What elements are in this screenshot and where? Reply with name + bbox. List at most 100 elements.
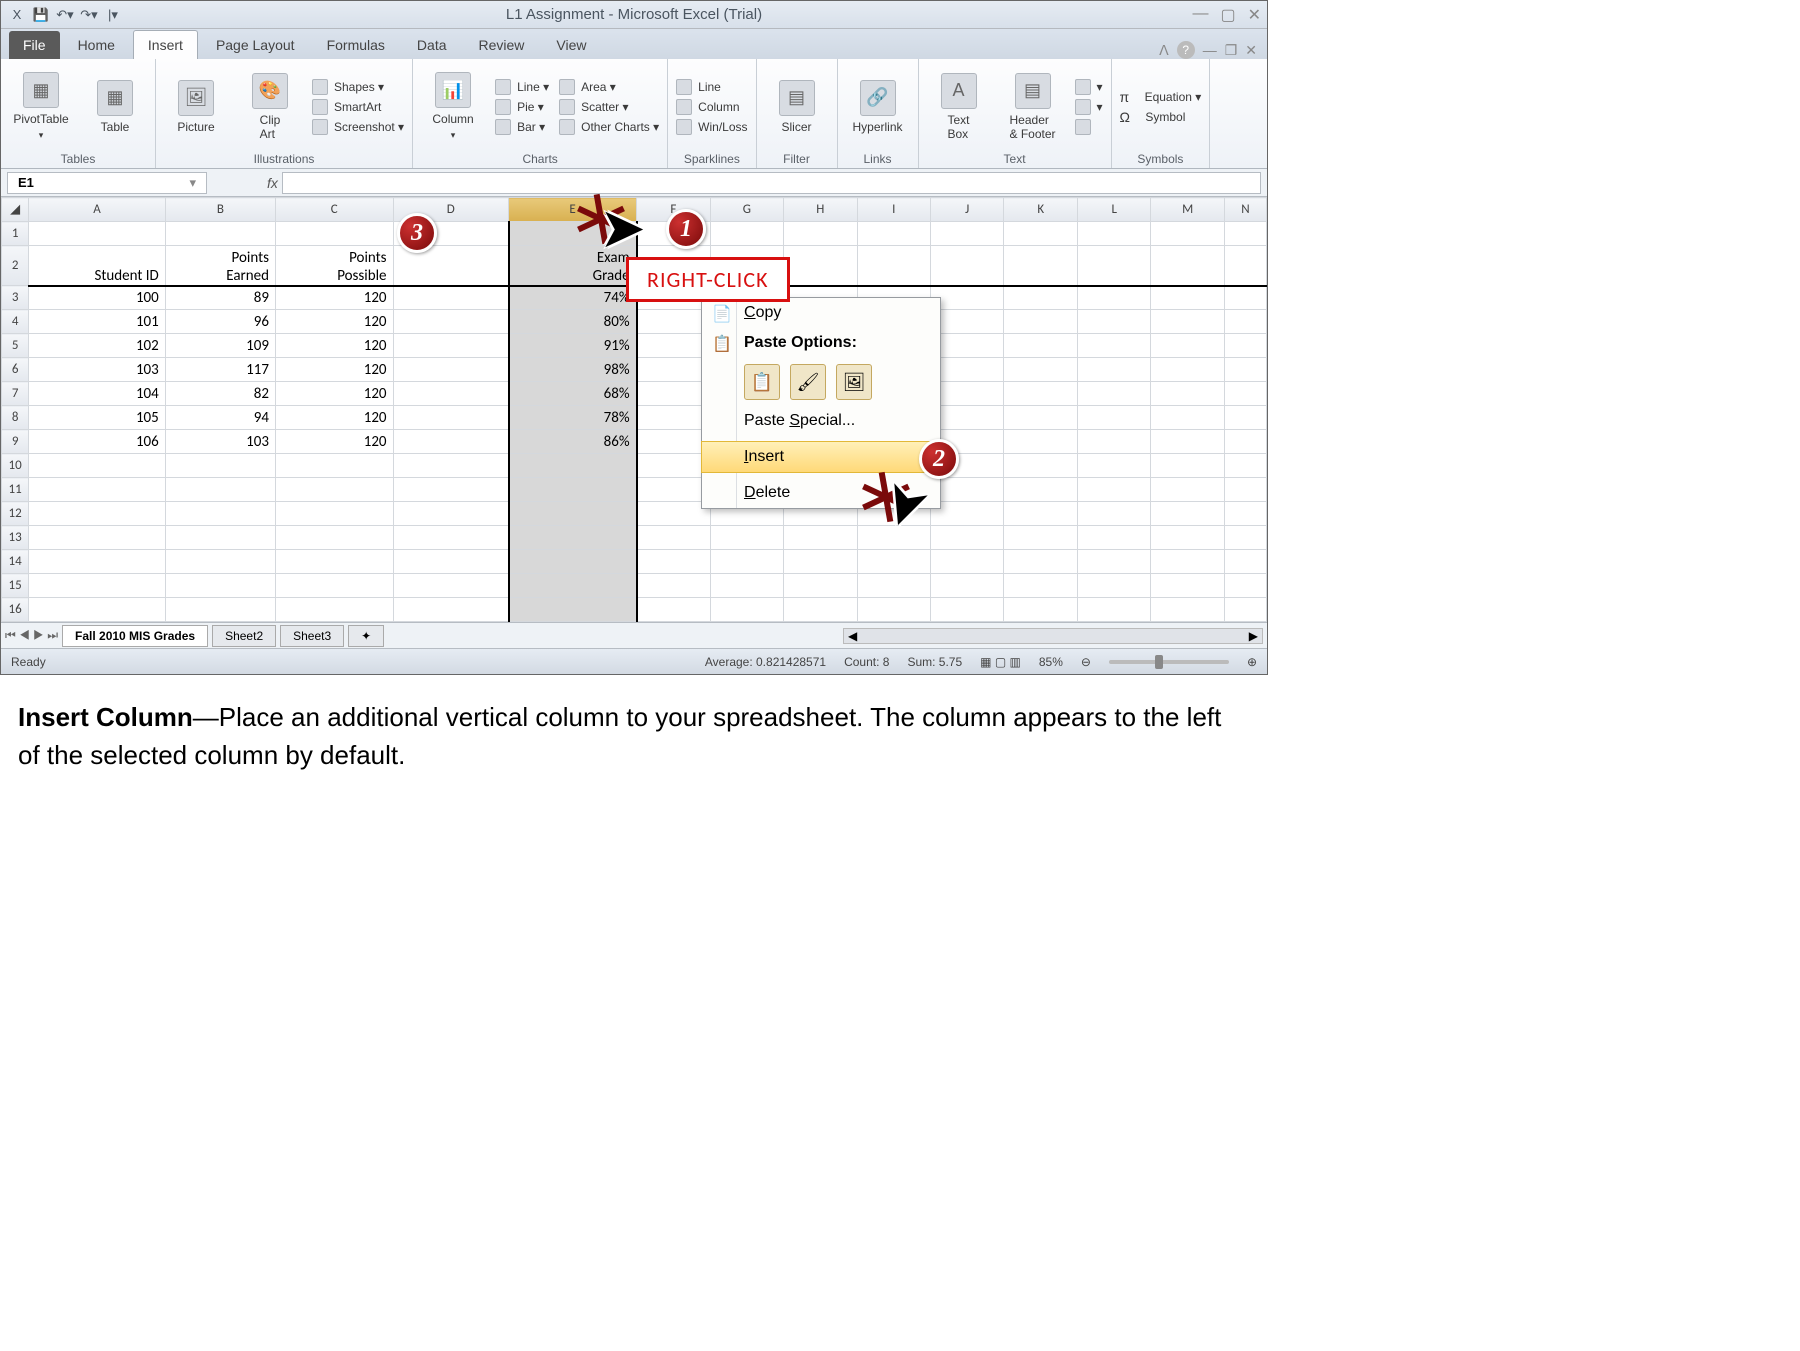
cell[interactable] xyxy=(1077,334,1150,358)
col-header-i[interactable]: I xyxy=(857,198,930,222)
cell[interactable] xyxy=(275,502,393,526)
wordart-button[interactable]: ▾ xyxy=(1075,79,1103,95)
cell[interactable] xyxy=(509,502,637,526)
row-header-8[interactable]: 8 xyxy=(2,406,29,430)
cell[interactable] xyxy=(1151,430,1224,454)
col-header-b[interactable]: B xyxy=(165,198,275,222)
cell[interactable] xyxy=(393,406,508,430)
cell[interactable] xyxy=(509,454,637,478)
slicer-button[interactable]: ▤Slicer xyxy=(765,80,829,134)
cell[interactable] xyxy=(275,222,393,246)
cell[interactable] xyxy=(931,382,1004,406)
cell[interactable]: 91% xyxy=(509,334,637,358)
cell[interactable] xyxy=(165,526,275,550)
cell[interactable] xyxy=(393,286,508,310)
maximize-icon[interactable]: ▢ xyxy=(1220,5,1235,25)
row-header-1[interactable]: 1 xyxy=(2,222,29,246)
row-13[interactable]: 13 xyxy=(2,526,1267,550)
cell[interactable] xyxy=(784,574,857,598)
name-box[interactable]: E1▾ xyxy=(7,172,207,194)
sheet-nav[interactable]: ⏮ ◀ ▶ ⏭ xyxy=(5,628,58,643)
cell[interactable] xyxy=(165,550,275,574)
cell[interactable] xyxy=(1224,222,1266,246)
row-header-5[interactable]: 5 xyxy=(2,334,29,358)
col-header-k[interactable]: K xyxy=(1004,198,1077,222)
cell[interactable] xyxy=(1004,454,1077,478)
cell[interactable] xyxy=(857,574,930,598)
cell[interactable] xyxy=(1004,246,1077,286)
cell[interactable] xyxy=(1224,246,1266,286)
cell[interactable] xyxy=(275,454,393,478)
cell[interactable] xyxy=(637,574,710,598)
cell[interactable]: 102 xyxy=(29,334,165,358)
cell[interactable] xyxy=(637,502,710,526)
cell[interactable] xyxy=(393,526,508,550)
row-1[interactable]: 1 xyxy=(2,222,1267,246)
cell[interactable]: 100 xyxy=(29,286,165,310)
cell[interactable] xyxy=(393,334,508,358)
row-header-11[interactable]: 11 xyxy=(2,478,29,502)
col-header-h[interactable]: H xyxy=(784,198,857,222)
cell[interactable] xyxy=(637,334,710,358)
symbol-button[interactable]: Ω Symbol xyxy=(1120,109,1202,125)
cell[interactable] xyxy=(1224,454,1266,478)
redo-icon[interactable]: ↷▾ xyxy=(79,5,99,25)
cell[interactable] xyxy=(710,526,783,550)
cell[interactable] xyxy=(165,454,275,478)
row-14[interactable]: 14 xyxy=(2,550,1267,574)
row-15[interactable]: 15 xyxy=(2,574,1267,598)
cell[interactable] xyxy=(1151,310,1224,334)
zoom-in-icon[interactable]: ⊕ xyxy=(1247,655,1257,669)
cell[interactable] xyxy=(1224,574,1266,598)
cell[interactable] xyxy=(931,502,1004,526)
cell[interactable] xyxy=(1224,382,1266,406)
cell[interactable] xyxy=(275,574,393,598)
cell[interactable] xyxy=(165,598,275,622)
row-header-3[interactable]: 3 xyxy=(2,286,29,310)
row-header-13[interactable]: 13 xyxy=(2,526,29,550)
cell[interactable] xyxy=(1004,526,1077,550)
minimize-icon[interactable]: — xyxy=(1192,5,1208,25)
cell[interactable] xyxy=(275,550,393,574)
cell[interactable] xyxy=(1077,406,1150,430)
cell[interactable] xyxy=(29,574,165,598)
cell[interactable] xyxy=(1077,310,1150,334)
cell[interactable] xyxy=(637,406,710,430)
zoom-level[interactable]: 85% xyxy=(1039,655,1063,669)
other-charts-button[interactable]: Other Charts ▾ xyxy=(559,119,659,135)
cell[interactable] xyxy=(29,222,165,246)
cell[interactable] xyxy=(1224,286,1266,310)
cell[interactable] xyxy=(393,550,508,574)
cell[interactable] xyxy=(931,406,1004,430)
cell[interactable] xyxy=(931,286,1004,310)
cell[interactable]: 86% xyxy=(509,430,637,454)
cell[interactable] xyxy=(29,550,165,574)
row-6[interactable]: 610311712098% xyxy=(2,358,1267,382)
cell[interactable] xyxy=(1151,502,1224,526)
cell[interactable] xyxy=(637,550,710,574)
cell[interactable]: 120 xyxy=(275,310,393,334)
cell[interactable] xyxy=(29,526,165,550)
cell[interactable] xyxy=(1224,310,1266,334)
scatter-chart-button[interactable]: Scatter ▾ xyxy=(559,99,659,115)
column-headers[interactable]: ◢ A B C D E F G H I J K L M N xyxy=(2,198,1267,222)
cell[interactable] xyxy=(393,430,508,454)
cell[interactable] xyxy=(931,526,1004,550)
cell[interactable] xyxy=(1004,382,1077,406)
cell[interactable] xyxy=(509,478,637,502)
zoom-slider[interactable] xyxy=(1109,660,1229,664)
cell[interactable] xyxy=(931,598,1004,622)
save-icon[interactable]: 💾 xyxy=(31,5,51,25)
cell[interactable] xyxy=(857,550,930,574)
select-all-corner[interactable]: ◢ xyxy=(2,198,29,222)
cell[interactable] xyxy=(1004,286,1077,310)
cell[interactable] xyxy=(165,574,275,598)
cell[interactable] xyxy=(1151,550,1224,574)
cell[interactable]: 68% xyxy=(509,382,637,406)
row-5[interactable]: 510210912091% xyxy=(2,334,1267,358)
cell[interactable] xyxy=(509,550,637,574)
cell[interactable] xyxy=(1077,502,1150,526)
cell[interactable] xyxy=(509,526,637,550)
view-buttons[interactable]: ▦ ▢ ▥ xyxy=(980,655,1021,669)
tab-formulas[interactable]: Formulas xyxy=(313,31,399,59)
